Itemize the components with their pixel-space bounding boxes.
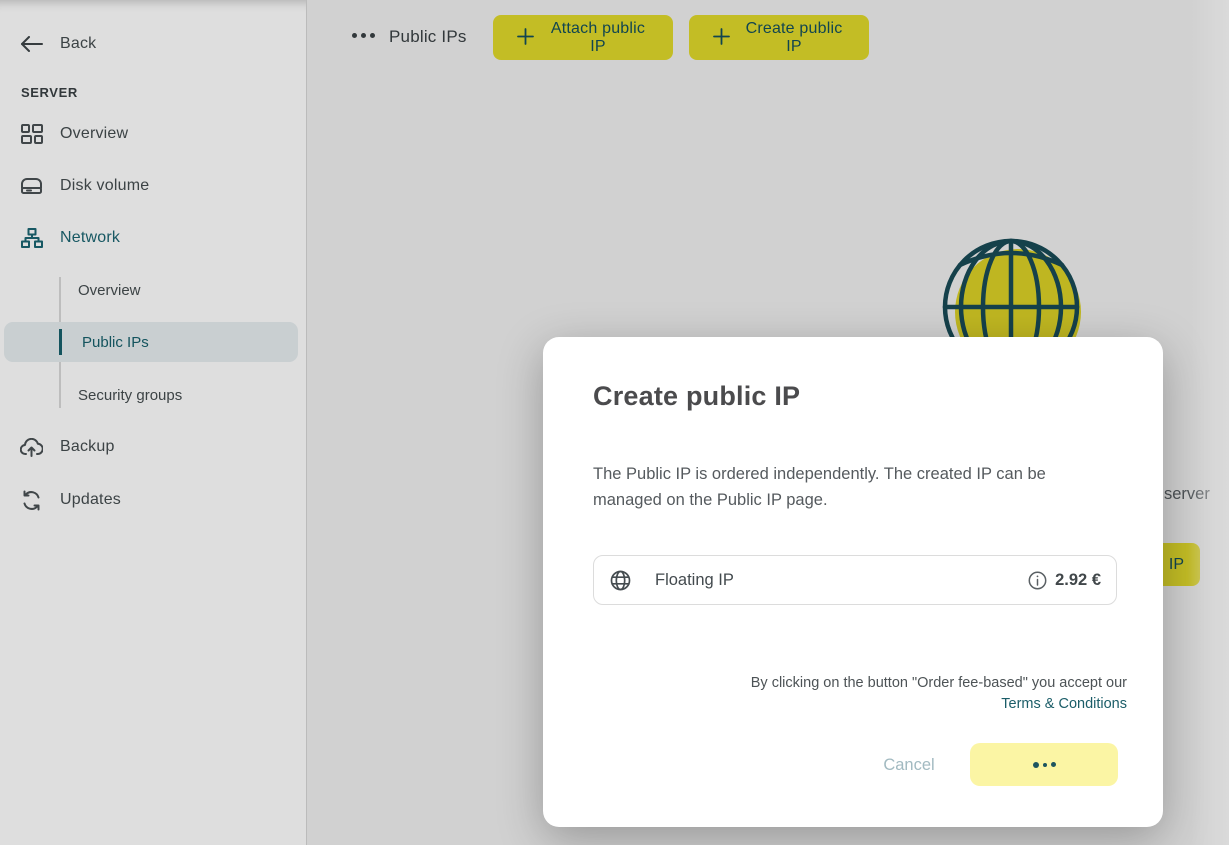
ip-type-select[interactable]: Floating IP 2.92 € — [593, 555, 1117, 605]
globe-icon — [610, 570, 631, 591]
order-button-loading[interactable] — [970, 743, 1118, 786]
legal-text: By clicking on the button "Order fee-bas… — [647, 673, 1127, 714]
legal-sentence: By clicking on the button "Order fee-bas… — [751, 675, 1127, 691]
loading-dots — [1033, 762, 1056, 768]
dialog-description: The Public IP is ordered independently. … — [593, 461, 1115, 513]
cancel-button[interactable]: Cancel — [869, 747, 949, 783]
ip-type-label: Floating IP — [655, 571, 734, 590]
ip-type-price: 2.92 € — [1055, 571, 1101, 590]
dialog-title: Create public IP — [593, 381, 800, 412]
app-window: Back SERVER Overview Disk volume Netw — [0, 0, 1229, 845]
create-public-ip-dialog: Create public IP The Public IP is ordere… — [543, 337, 1163, 827]
info-icon[interactable] — [1028, 571, 1047, 590]
terms-link[interactable]: Terms & Conditions — [1001, 694, 1127, 714]
